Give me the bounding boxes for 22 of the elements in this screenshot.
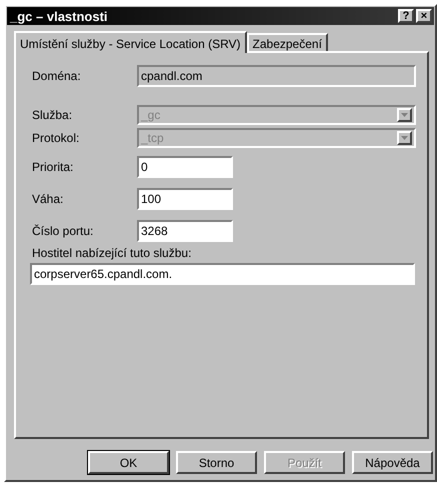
input-field[interactable]: cpandl.com bbox=[137, 65, 416, 87]
window-title: _gc – vlastnosti bbox=[10, 8, 109, 24]
dropdown-arrow-icon bbox=[401, 136, 408, 140]
field-label: Váha: bbox=[32, 192, 64, 206]
dialog-button[interactable]: Nápověda bbox=[352, 451, 433, 474]
dialog-button[interactable]: OK bbox=[88, 451, 169, 474]
input-field[interactable]: 0 bbox=[137, 156, 233, 178]
tab[interactable]: Umístění služby - Service Location (SRV) bbox=[14, 31, 247, 53]
input-field[interactable]: 100 bbox=[137, 188, 233, 210]
close-button[interactable]: × bbox=[416, 9, 432, 23]
help-button[interactable]: ? bbox=[398, 9, 414, 23]
dropdown-arrow-icon bbox=[401, 113, 408, 117]
input-field[interactable]: 3268 bbox=[137, 220, 233, 242]
field-label: Protokol: bbox=[32, 131, 80, 145]
field-label: Doména: bbox=[32, 69, 82, 83]
tab[interactable]: Zabezpečení bbox=[246, 33, 328, 51]
dialog-button[interactable]: Storno bbox=[176, 451, 257, 474]
field-label: Hostitel nabízející tuto službu: bbox=[32, 246, 192, 260]
field-label: Priorita: bbox=[32, 160, 74, 174]
field-label: Služba: bbox=[32, 108, 74, 122]
field-label: Číslo portu: bbox=[32, 224, 94, 238]
input-field[interactable]: corpserver65.cpandl.com. bbox=[30, 263, 415, 285]
